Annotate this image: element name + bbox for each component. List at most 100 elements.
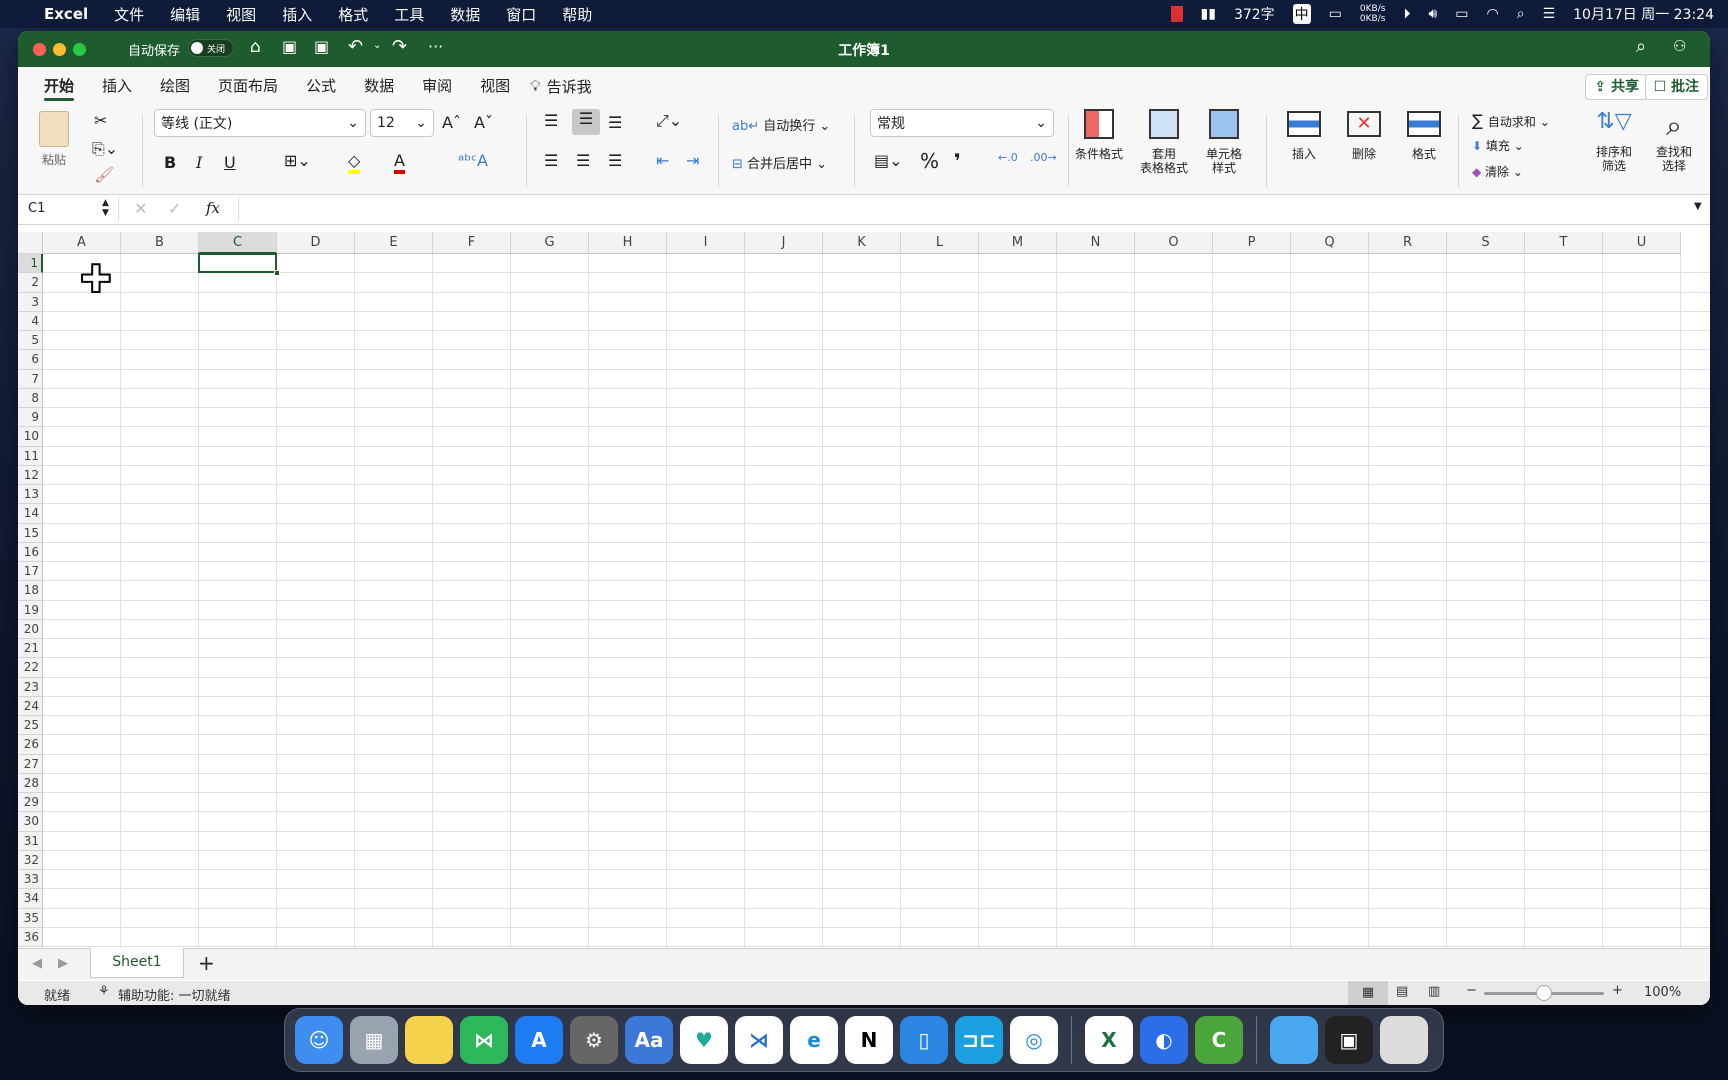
align-bottom-icon[interactable]: ☰ bbox=[608, 113, 622, 132]
add-sheet-button[interactable]: + bbox=[198, 951, 215, 975]
dock-trash-icon[interactable] bbox=[1380, 1016, 1428, 1064]
name-box-stepper[interactable]: ▲ ▼ bbox=[102, 198, 109, 218]
dock-notion-icon[interactable]: N bbox=[845, 1016, 893, 1064]
italic-button[interactable]: I bbox=[196, 153, 202, 172]
selected-cell[interactable] bbox=[198, 253, 277, 274]
row-header[interactable]: 27 bbox=[18, 754, 43, 774]
dock-dictionary-icon[interactable]: Aa bbox=[625, 1016, 673, 1064]
row-header[interactable]: 18 bbox=[18, 581, 43, 601]
tab-6[interactable]: 审阅 bbox=[422, 67, 452, 105]
search-icon[interactable]: ⌕ bbox=[1517, 6, 1525, 22]
find-select-button[interactable]: ⌕ 查找和 选择 bbox=[1644, 109, 1704, 173]
row-header[interactable]: 9 bbox=[18, 408, 43, 428]
decrease-indent-icon[interactable]: ⇤ bbox=[656, 151, 669, 170]
menu-item[interactable]: 帮助 bbox=[562, 4, 592, 25]
tab-1[interactable]: 插入 bbox=[102, 67, 132, 105]
zoom-in-button[interactable]: + bbox=[1612, 983, 1623, 998]
dock-jump-icon[interactable]: ⊐⊏ bbox=[955, 1016, 1003, 1064]
dock-notes-icon[interactable] bbox=[405, 1016, 453, 1064]
row-header[interactable]: 24 bbox=[18, 696, 43, 716]
column-header[interactable]: H bbox=[589, 232, 667, 254]
formula-input[interactable] bbox=[238, 197, 1678, 221]
accessibility-icon[interactable]: ⚘ bbox=[98, 984, 110, 999]
column-header[interactable]: B bbox=[121, 232, 199, 254]
insert-cells-button[interactable]: 插入 bbox=[1274, 109, 1334, 161]
autosum-button[interactable]: ∑ 自动求和 ⌄ bbox=[1472, 111, 1550, 130]
bold-button[interactable]: B bbox=[164, 153, 176, 172]
format-cells-button[interactable]: 格式 bbox=[1394, 109, 1454, 161]
prev-sheet-icon[interactable]: ◀ bbox=[32, 956, 42, 971]
name-box[interactable]: C1 bbox=[28, 201, 45, 216]
conditional-format-button[interactable]: 条件格式 bbox=[1064, 109, 1134, 161]
increase-indent-icon[interactable]: ⇥ bbox=[686, 151, 699, 170]
tell-me[interactable]: 告诉我 bbox=[547, 76, 592, 97]
control-center-icon[interactable]: ☰ bbox=[1543, 6, 1556, 22]
dock-finder-icon[interactable]: ☺ bbox=[295, 1016, 343, 1064]
dock-screenshot-icon[interactable]: ▣ bbox=[1325, 1016, 1373, 1064]
column-header[interactable]: D bbox=[277, 232, 355, 254]
delete-cells-button[interactable]: ✕ 删除 bbox=[1334, 109, 1394, 161]
row-header[interactable]: 13 bbox=[18, 485, 43, 505]
sheet-tab-sheet1[interactable]: Sheet1 bbox=[90, 948, 184, 978]
number-format-select[interactable]: 常规 ⌄ bbox=[870, 109, 1054, 137]
lightbulb-icon[interactable]: 💡︎ bbox=[530, 77, 541, 95]
dock-health-icon[interactable]: ♥ bbox=[680, 1016, 728, 1064]
copy-icon[interactable]: ⎘⌄ bbox=[92, 139, 118, 159]
row-header[interactable]: 36 bbox=[18, 927, 43, 947]
dock-safari-icon[interactable]: ◎ bbox=[1010, 1016, 1058, 1064]
search-icon[interactable]: ⌕ bbox=[1636, 36, 1646, 57]
merge-center-button[interactable]: ⊟ 合并后居中 ⌄ bbox=[732, 153, 827, 172]
wrap-text-button[interactable]: ab↵ 自动换行 ⌄ bbox=[732, 115, 830, 134]
row-header[interactable]: 19 bbox=[18, 600, 43, 620]
column-header[interactable]: G bbox=[511, 232, 589, 254]
expand-formula-icon[interactable]: ▼ bbox=[1694, 201, 1702, 212]
zoom-slider[interactable] bbox=[1484, 985, 1604, 1001]
row-header[interactable]: 1 bbox=[18, 254, 43, 274]
column-header[interactable]: M bbox=[979, 232, 1057, 254]
menu-item[interactable]: 数据 bbox=[450, 4, 480, 25]
cut-icon[interactable]: ✂ bbox=[94, 111, 107, 130]
row-header[interactable]: 16 bbox=[18, 542, 43, 562]
row-header[interactable]: 3 bbox=[18, 292, 43, 312]
column-header[interactable]: J bbox=[745, 232, 823, 254]
row-header[interactable]: 5 bbox=[18, 331, 43, 351]
row-header[interactable]: 4 bbox=[18, 311, 43, 331]
align-center-icon[interactable]: ☰ bbox=[576, 151, 590, 170]
row-header[interactable]: 12 bbox=[18, 465, 43, 485]
tab-3[interactable]: 页面布局 bbox=[218, 67, 278, 105]
fill-button[interactable]: ⬇ 填充 ⌄ bbox=[1472, 137, 1524, 154]
dock-edge-icon[interactable]: e bbox=[790, 1016, 838, 1064]
decrease-decimal-icon[interactable]: .00→ bbox=[1030, 151, 1057, 164]
column-header[interactable]: P bbox=[1213, 232, 1291, 254]
tab-0[interactable]: 开始 bbox=[44, 67, 75, 105]
menu-app-name[interactable]: Excel bbox=[44, 5, 88, 23]
column-header[interactable]: R bbox=[1369, 232, 1447, 254]
row-header[interactable]: 33 bbox=[18, 870, 43, 890]
chart-icon[interactable]: ▮▮ bbox=[1201, 6, 1216, 22]
row-header[interactable]: 15 bbox=[18, 523, 43, 543]
row-header[interactable]: 2 bbox=[18, 273, 43, 293]
fill-handle[interactable] bbox=[274, 270, 280, 277]
dock-lark-icon[interactable]: ◐ bbox=[1140, 1016, 1188, 1064]
spreadsheet-grid[interactable]: A B C D E F G H I J K L M N O P Q R S T U 1 2 3 4 5 6 7 8 9 10 11 12 13 14… bbox=[18, 232, 1710, 979]
zoom-slider-thumb[interactable] bbox=[1536, 985, 1552, 1001]
row-header[interactable]: 6 bbox=[18, 350, 43, 370]
align-top-icon[interactable]: ☰ bbox=[544, 111, 558, 130]
row-header[interactable]: 26 bbox=[18, 735, 43, 755]
volume-icon[interactable]: 🔊︎ bbox=[1428, 6, 1437, 22]
tab-7[interactable]: 视图 bbox=[480, 67, 510, 105]
row-header[interactable]: 7 bbox=[18, 369, 43, 389]
column-header[interactable]: N bbox=[1057, 232, 1135, 254]
increase-decimal-icon[interactable]: ←.0 bbox=[998, 151, 1018, 164]
format-as-table-button[interactable]: 套用 表格格式 bbox=[1134, 109, 1194, 175]
comma-button[interactable]: ❜ bbox=[954, 149, 961, 173]
row-header[interactable]: 20 bbox=[18, 619, 43, 639]
row-header[interactable]: 32 bbox=[18, 850, 43, 870]
column-header[interactable]: K bbox=[823, 232, 901, 254]
dock-system-preferences-icon[interactable]: ⚙ bbox=[570, 1016, 618, 1064]
row-header[interactable]: 21 bbox=[18, 639, 43, 659]
enter-icon[interactable]: ✓ bbox=[168, 199, 181, 218]
orientation-icon[interactable]: ⤢⌄ bbox=[656, 111, 682, 131]
share-people-icon[interactable]: ⚇ bbox=[1673, 37, 1686, 55]
fill-color-icon[interactable]: ◇ bbox=[348, 151, 361, 174]
